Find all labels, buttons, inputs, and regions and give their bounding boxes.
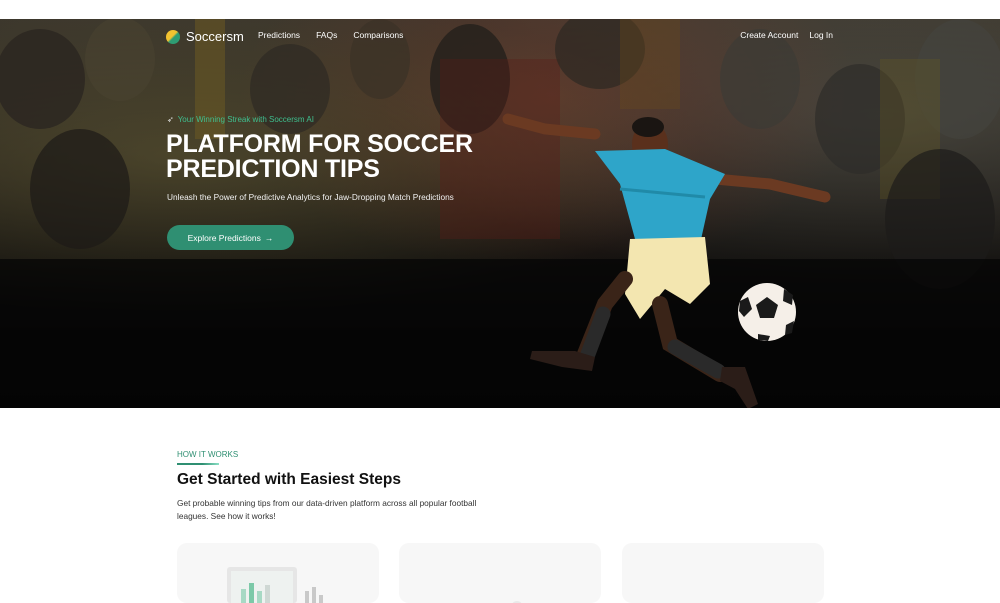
- hero-tagline: ➶ Your Winning Streak with Soccersm AI: [167, 115, 314, 124]
- step-illustration-icon: [512, 601, 522, 603]
- step-card-1: [177, 543, 379, 603]
- how-it-works-title: Get Started with Easiest Steps: [177, 471, 401, 488]
- hero-section: Soccersm Predictions FAQs Comparisons Cr…: [0, 19, 1000, 408]
- brand-name: Soccersm: [186, 29, 244, 44]
- hero-title: PLATFORM FOR SOCCER PREDICTION TIPS: [166, 130, 473, 183]
- hero-subtitle: Unleash the Power of Predictive Analytic…: [167, 192, 454, 202]
- main-nav: Predictions FAQs Comparisons: [258, 30, 403, 40]
- nav-link-faqs[interactable]: FAQs: [316, 30, 337, 40]
- create-account-link[interactable]: Create Account: [740, 30, 798, 40]
- section-underline-divider: [177, 463, 219, 465]
- how-it-works-label: HOW IT WORKS: [177, 450, 239, 459]
- rocket-icon: ➶: [167, 115, 174, 124]
- explore-predictions-button[interactable]: Explore Predictions →: [167, 225, 294, 250]
- chart-illustration-icon: [227, 567, 323, 603]
- auth-nav: Create Account Log In: [740, 30, 833, 40]
- explore-predictions-label: Explore Predictions: [187, 232, 261, 243]
- hero-tagline-text: Your Winning Streak with Soccersm AI: [177, 115, 314, 124]
- login-link[interactable]: Log In: [809, 30, 833, 40]
- how-it-works-description: Get probable winning tips from our data-…: [177, 498, 477, 521]
- nav-link-predictions[interactable]: Predictions: [258, 30, 300, 40]
- soccer-player-image: [502, 113, 831, 408]
- soccersm-logo-icon: [166, 29, 180, 44]
- step-card-2: [399, 543, 601, 603]
- step-card-3: [622, 543, 824, 603]
- brand-logo[interactable]: Soccersm: [166, 29, 244, 44]
- nav-link-comparisons[interactable]: Comparisons: [353, 30, 403, 40]
- arrow-right-icon: →: [264, 232, 274, 243]
